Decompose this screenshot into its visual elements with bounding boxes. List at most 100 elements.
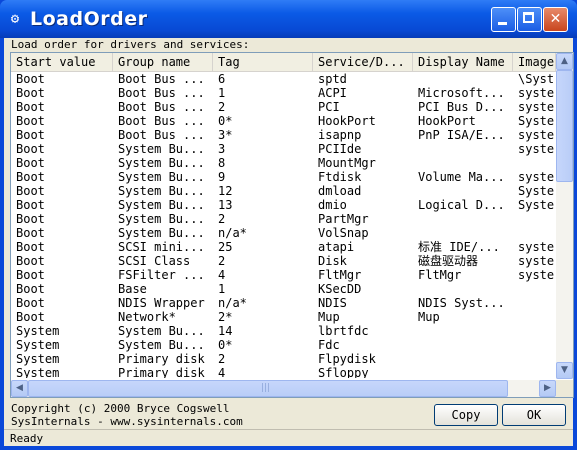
table-row[interactable]: Boot System Bu... 9 Ftdisk Volume Ma... syste	[11, 170, 556, 184]
table-row[interactable]: Boot System Bu... 3 PCIIde syste	[11, 142, 556, 156]
table-row[interactable]: Boot System Bu... 12 dmload Syste	[11, 184, 556, 198]
table-row[interactable]: Boot NDIS Wrapper n/a* NDIS NDIS Syst...	[11, 296, 556, 310]
table-row[interactable]: Boot Boot Bus ... 0* HookPort HookPort Syste	[11, 114, 556, 128]
cell-group-name: System Bu...	[118, 226, 205, 240]
cell-tag: 12	[218, 184, 233, 198]
cell-display-name	[413, 72, 513, 86]
table-row[interactable]: System System Bu... 14 lbrtfdc	[11, 324, 556, 338]
cell-tag: n/a*	[218, 226, 247, 240]
column-header-image[interactable]: Image	[513, 53, 556, 71]
copy-button[interactable]: Copy	[434, 404, 498, 426]
cell-display-name	[413, 324, 513, 338]
column-header-start-value[interactable]: Start value	[11, 53, 113, 71]
table-row[interactable]: System System Bu... 0* Fdc	[11, 338, 556, 352]
cell-tag: 2	[218, 254, 226, 268]
cell-group-name: System Bu...	[118, 170, 205, 184]
table-row[interactable]: Boot System Bu... 13 dmio Logical D... Syste	[11, 198, 556, 212]
table-row[interactable]: Boot Network* 2* Mup Mup	[11, 310, 556, 324]
minimize-button[interactable]	[491, 7, 516, 32]
cell-group-name: System Bu...	[118, 184, 205, 198]
scroll-left-button[interactable]: ◀	[11, 380, 28, 397]
cell-start-value: Boot	[16, 268, 45, 282]
cell-start-value: Boot	[16, 282, 45, 296]
table-row[interactable]: Boot System Bu... 2 PartMgr	[11, 212, 556, 226]
horizontal-scrollbar[interactable]: ◀ ||| ▶	[11, 380, 556, 397]
load-order-list[interactable]: Start value Group name Tag Service/D... …	[10, 52, 574, 398]
close-button[interactable]: ✕	[543, 7, 568, 32]
scroll-down-button[interactable]: ▼	[556, 362, 573, 379]
table-row[interactable]: Boot Boot Bus ... 3* isapnp PnP ISA/E... syst…	[11, 128, 556, 142]
title-bar[interactable]: ⚙ LoadOrder ✕	[0, 0, 577, 38]
cell-tag: 0*	[218, 338, 233, 352]
column-header-display-name[interactable]: Display Name	[413, 53, 513, 71]
cell-service: Flpydisk	[318, 352, 376, 366]
cell-tag: 4	[218, 366, 226, 378]
cell-group-name: Boot Bus ...	[118, 114, 205, 128]
cell-display-name: NDIS Syst...	[418, 296, 505, 310]
cell-start-value: Boot	[16, 142, 45, 156]
cell-service: HookPort	[318, 114, 376, 128]
table-row[interactable]: Boot Boot Bus ... 1 ACPI Microsoft... syste	[11, 86, 556, 100]
scroll-right-button[interactable]: ▶	[539, 380, 556, 397]
list-caption: Load order for drivers and services:	[11, 38, 250, 51]
table-row[interactable]: Boot SCSI Class 2 Disk 磁盘驱动器 syste	[11, 254, 556, 268]
cell-start-value: System	[16, 352, 60, 366]
chevron-left-icon: ◀	[16, 383, 23, 393]
cell-display-name: PCI Bus D...	[418, 100, 505, 114]
ok-button[interactable]: OK	[502, 404, 566, 426]
cell-service: FltMgr	[318, 268, 362, 282]
vertical-scrollbar[interactable]: ▲ ▼	[556, 53, 573, 379]
grip-icon: |||	[261, 383, 271, 393]
cell-display-name	[413, 184, 513, 198]
table-row[interactable]: System Primary disk 4 Sfloppy	[11, 366, 556, 378]
cell-start-value: Boot	[16, 72, 45, 86]
app-icon: ⚙	[10, 11, 20, 27]
minimize-icon	[498, 22, 507, 25]
cell-tag: 1	[218, 282, 226, 296]
list-header: Start value Group name Tag Service/D... …	[11, 53, 556, 72]
cell-group-name: System Bu...	[118, 142, 205, 156]
table-row[interactable]: Boot FSFilter ... 4 FltMgr FltMgr syste	[11, 268, 556, 282]
cell-service: PCI	[318, 100, 340, 114]
cell-image: syste	[518, 170, 555, 184]
cell-group-name: System Bu...	[118, 324, 205, 338]
cell-group-name: System Bu...	[118, 212, 205, 226]
table-row[interactable]: Boot SCSI mini... 25 atapi 标准 IDE/... syste	[11, 240, 556, 254]
window-title: LoadOrder	[30, 8, 148, 30]
table-row[interactable]: Boot Base 1 KSecDD	[11, 282, 556, 296]
column-header-tag[interactable]: Tag	[213, 53, 313, 71]
table-row[interactable]: System Primary disk 2 Flpydisk	[11, 352, 556, 366]
cell-tag: 2*	[218, 310, 233, 324]
cell-start-value: Boot	[16, 310, 45, 324]
horizontal-scroll-thumb[interactable]: |||	[28, 380, 508, 397]
table-row[interactable]: Boot System Bu... n/a* VolSnap	[11, 226, 556, 240]
cell-start-value: Boot	[16, 254, 45, 268]
cell-start-value: System	[16, 324, 60, 338]
cell-display-name: FltMgr	[418, 268, 462, 282]
table-row[interactable]: Boot Boot Bus ... 2 PCI PCI Bus D... syste	[11, 100, 556, 114]
cell-service: Mup	[318, 310, 340, 324]
cell-tag: 9	[218, 170, 226, 184]
cell-tag: 25	[218, 240, 233, 254]
vertical-scroll-thumb[interactable]	[556, 70, 573, 182]
column-header-service[interactable]: Service/D...	[313, 53, 413, 71]
cell-image	[513, 226, 556, 240]
cell-display-name: Logical D...	[418, 198, 505, 212]
cell-image: syste	[518, 240, 555, 254]
column-header-group-name[interactable]: Group name	[113, 53, 213, 71]
cell-image	[513, 156, 556, 170]
cell-display-name	[413, 352, 513, 366]
cell-image: \Syst	[518, 72, 555, 86]
cell-display-name: Mup	[418, 310, 440, 324]
cell-start-value: Boot	[16, 226, 45, 240]
cell-image: syste	[518, 268, 555, 282]
cell-tag: 8	[218, 156, 226, 170]
cell-image: syste	[518, 86, 555, 100]
table-row[interactable]: Boot Boot Bus ... 6 sptd \Syst	[11, 72, 556, 86]
cell-start-value: Boot	[16, 156, 45, 170]
maximize-button[interactable]	[517, 7, 542, 32]
table-row[interactable]: Boot System Bu... 8 MountMgr	[11, 156, 556, 170]
cell-group-name: SCSI mini...	[118, 240, 205, 254]
cell-image	[513, 296, 556, 310]
scroll-up-button[interactable]: ▲	[556, 53, 573, 70]
